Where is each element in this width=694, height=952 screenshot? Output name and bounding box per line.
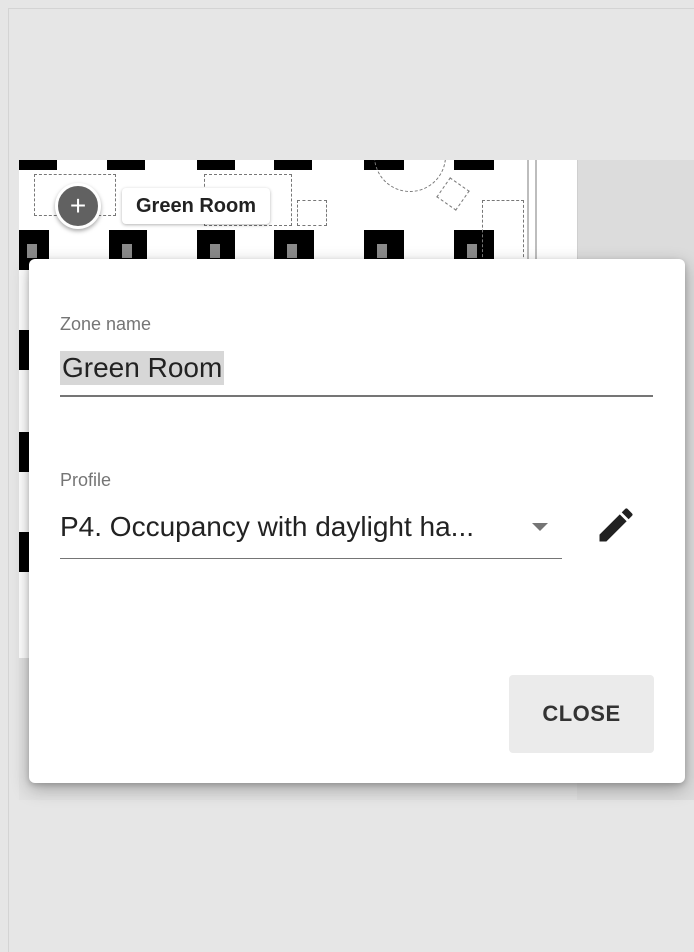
wall-fragment bbox=[19, 330, 29, 370]
close-button[interactable]: CLOSE bbox=[509, 675, 654, 753]
furniture-outline bbox=[482, 200, 524, 262]
zone-marker-add-button[interactable]: + bbox=[55, 183, 101, 229]
zone-name-field[interactable]: Green Room bbox=[60, 351, 653, 397]
zone-name-value[interactable]: Green Room bbox=[60, 351, 225, 385]
pillar bbox=[274, 160, 312, 170]
profile-select[interactable]: P4. Occupancy with daylight ha... bbox=[60, 507, 562, 559]
profile-label: Profile bbox=[60, 470, 112, 490]
zone-edit-dialog: Zone name Green Room Profile P4. Occupan… bbox=[29, 259, 685, 783]
pillar bbox=[107, 160, 145, 170]
caret-down-icon[interactable] bbox=[532, 523, 548, 531]
pillar bbox=[454, 160, 494, 170]
wall-fragment bbox=[19, 532, 29, 572]
zone-marker-label[interactable]: Green Room bbox=[122, 188, 271, 224]
profile-selected-value: P4. Occupancy with daylight ha... bbox=[60, 511, 474, 542]
zone-name-label: Zone name bbox=[60, 314, 152, 334]
furniture-outline bbox=[297, 200, 327, 226]
pillar bbox=[19, 160, 57, 170]
plus-icon: + bbox=[69, 190, 87, 221]
pillar bbox=[197, 160, 235, 170]
furniture-outline bbox=[436, 177, 470, 211]
furniture-outline bbox=[374, 160, 446, 192]
wall-fragment bbox=[19, 432, 29, 472]
pencil-icon[interactable] bbox=[594, 503, 638, 547]
